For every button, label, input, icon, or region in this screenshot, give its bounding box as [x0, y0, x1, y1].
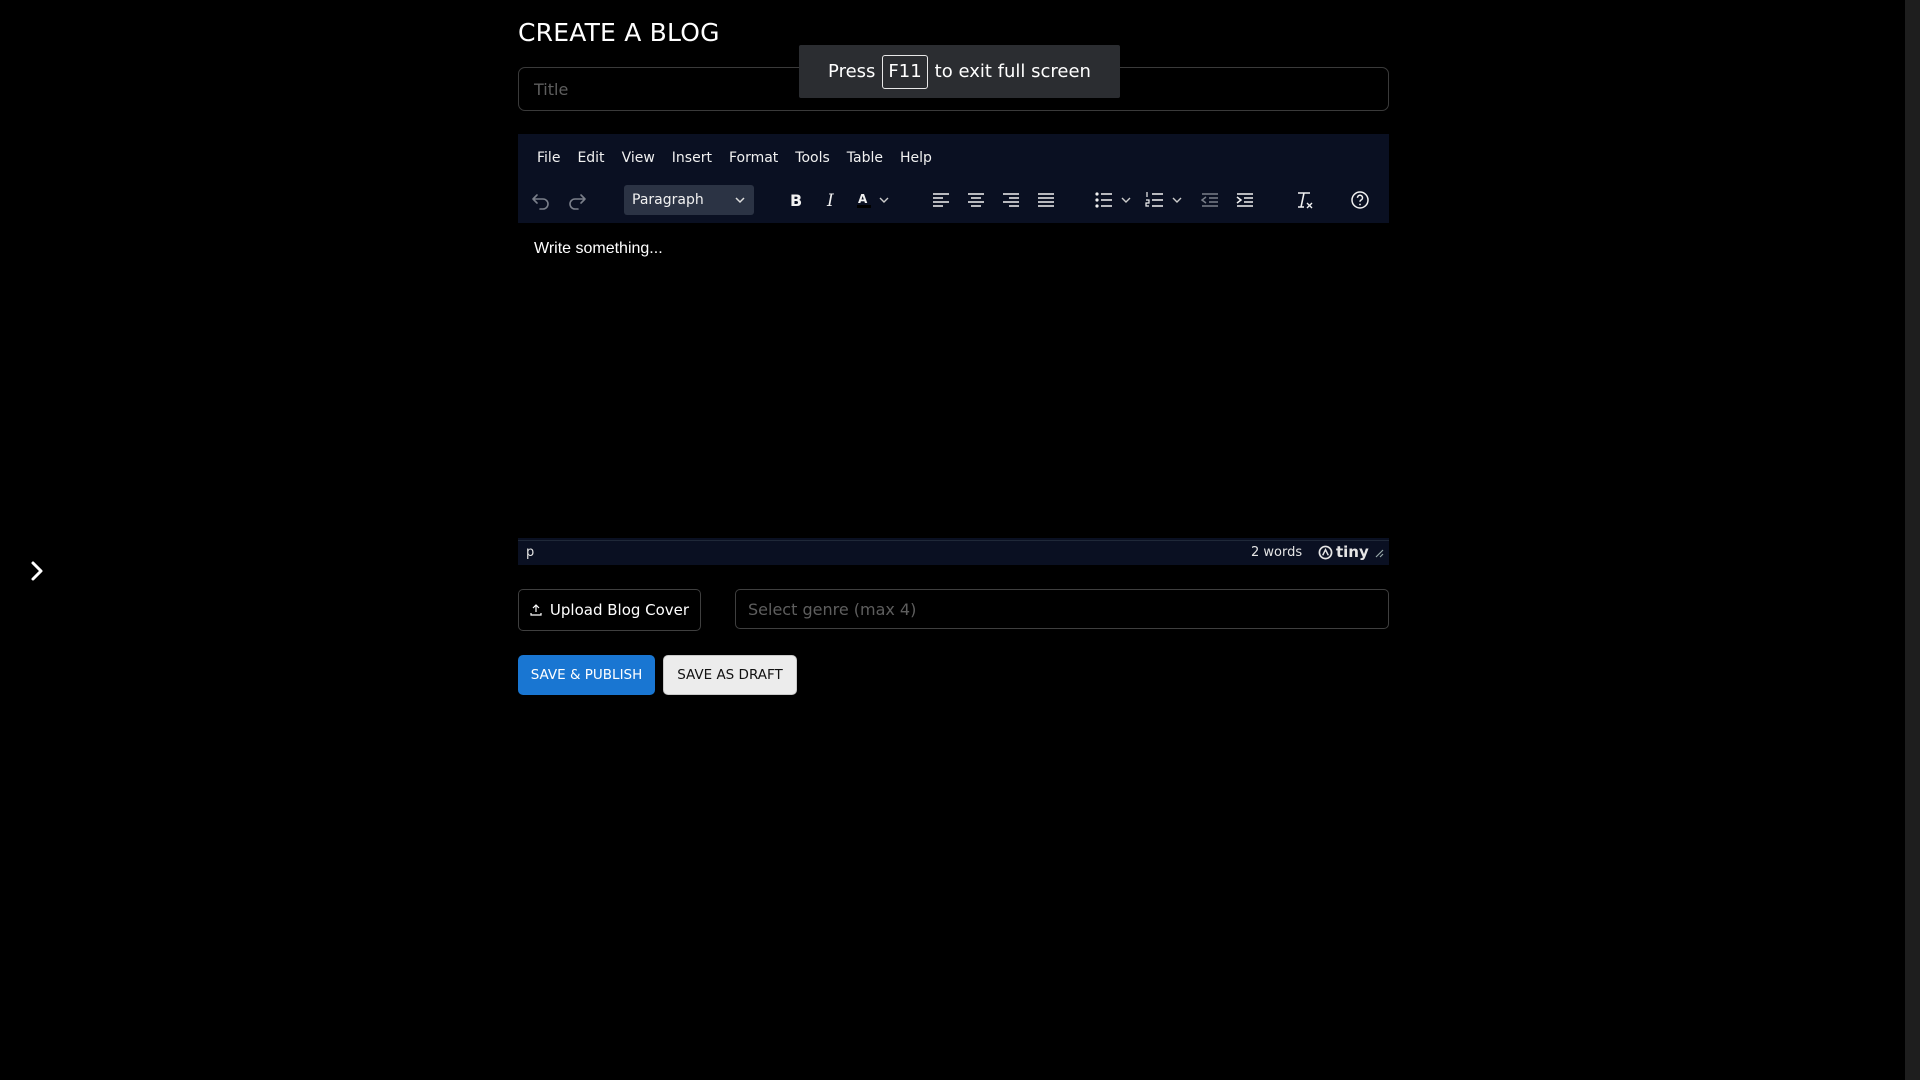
chevron-right-icon: [31, 561, 43, 581]
menu-help[interactable]: Help: [900, 150, 932, 166]
word-count[interactable]: 2 words: [1251, 545, 1302, 560]
justify-icon: [1038, 193, 1054, 207]
fullscreen-notice-key: F11: [882, 54, 928, 89]
element-path[interactable]: p: [526, 545, 534, 560]
menu-table[interactable]: Table: [847, 150, 883, 166]
upload-blog-cover-label: Upload Blog Cover: [549, 601, 690, 619]
editor-content: Write something...: [534, 240, 663, 257]
indent-icon: [1236, 193, 1253, 207]
outdent-button[interactable]: [1198, 185, 1222, 215]
upload-blog-cover-button[interactable]: Upload Blog Cover: [518, 589, 701, 631]
editor-content-area[interactable]: Write something...: [518, 223, 1389, 538]
italic-icon: I: [826, 191, 834, 210]
indent-button[interactable]: [1233, 185, 1257, 215]
text-color-icon: A: [857, 192, 889, 208]
block-format-select[interactable]: Paragraph: [624, 185, 754, 215]
numbered-list-button[interactable]: [1144, 185, 1186, 215]
rich-text-editor: File Edit View Insert Format Tools Table…: [518, 134, 1389, 565]
tiny-brand-label: tiny: [1336, 543, 1369, 561]
genre-select-placeholder: Select genre (max 4): [748, 599, 917, 619]
menu-tools[interactable]: Tools: [795, 150, 830, 166]
outdent-icon: [1201, 193, 1218, 207]
editor-menubar: File Edit View Insert Format Tools Table…: [518, 134, 1389, 182]
page-title: CREATE A BLOG: [518, 18, 720, 47]
redo-icon: [569, 194, 586, 210]
clear-formatting-button[interactable]: [1292, 185, 1316, 215]
help-button[interactable]: [1348, 185, 1372, 215]
undo-icon: [532, 194, 549, 210]
svg-text:A: A: [858, 192, 868, 206]
fullscreen-notice-suffix: to exit full screen: [934, 61, 1091, 82]
align-left-icon: [933, 193, 949, 207]
menu-view[interactable]: View: [622, 150, 655, 166]
redo-button[interactable]: [566, 185, 588, 215]
justify-button[interactable]: [1034, 185, 1058, 215]
upload-icon: [530, 604, 542, 616]
clear-formatting-icon: [1298, 192, 1313, 209]
numbered-list-icon: [1145, 192, 1182, 207]
bold-button[interactable]: B: [783, 185, 809, 215]
chevron-down-icon: [735, 197, 745, 204]
svg-text:B: B: [790, 191, 802, 210]
tiny-logo-icon: [1318, 545, 1333, 559]
editor-statusbar: p 2 words tiny: [518, 540, 1389, 565]
fullscreen-notice: Press F11 to exit full screen: [799, 45, 1120, 98]
italic-button[interactable]: I: [818, 185, 844, 215]
svg-text:I: I: [826, 191, 834, 210]
save-and-publish-button[interactable]: SAVE & PUBLISH: [518, 655, 655, 695]
text-color-button[interactable]: A: [855, 185, 897, 215]
undo-button[interactable]: [530, 185, 552, 215]
align-left-button[interactable]: [929, 185, 953, 215]
bullet-list-button[interactable]: [1093, 185, 1135, 215]
editor-toolbar: Paragraph B I A: [518, 182, 1389, 220]
genre-select[interactable]: Select genre (max 4): [735, 589, 1389, 629]
align-center-icon: [968, 193, 984, 207]
resize-handle-icon[interactable]: [1375, 549, 1384, 558]
save-as-draft-button[interactable]: SAVE AS DRAFT: [663, 655, 797, 695]
align-center-button[interactable]: [964, 185, 988, 215]
bold-icon: B: [790, 191, 802, 210]
align-right-icon: [1003, 193, 1019, 207]
page-scrollbar[interactable]: [1905, 0, 1920, 1080]
fullscreen-notice-prefix: Press: [828, 61, 876, 82]
tiny-brand-link[interactable]: tiny: [1318, 543, 1369, 561]
bullet-list-icon: [1095, 192, 1131, 208]
align-right-button[interactable]: [999, 185, 1023, 215]
menu-insert[interactable]: Insert: [672, 150, 712, 166]
menu-edit[interactable]: Edit: [577, 150, 604, 166]
help-icon: [1351, 191, 1369, 209]
sidebar-toggle-button[interactable]: [24, 558, 50, 584]
block-format-value: Paragraph: [632, 192, 704, 208]
menu-file[interactable]: File: [537, 150, 560, 166]
menu-format[interactable]: Format: [729, 150, 778, 166]
